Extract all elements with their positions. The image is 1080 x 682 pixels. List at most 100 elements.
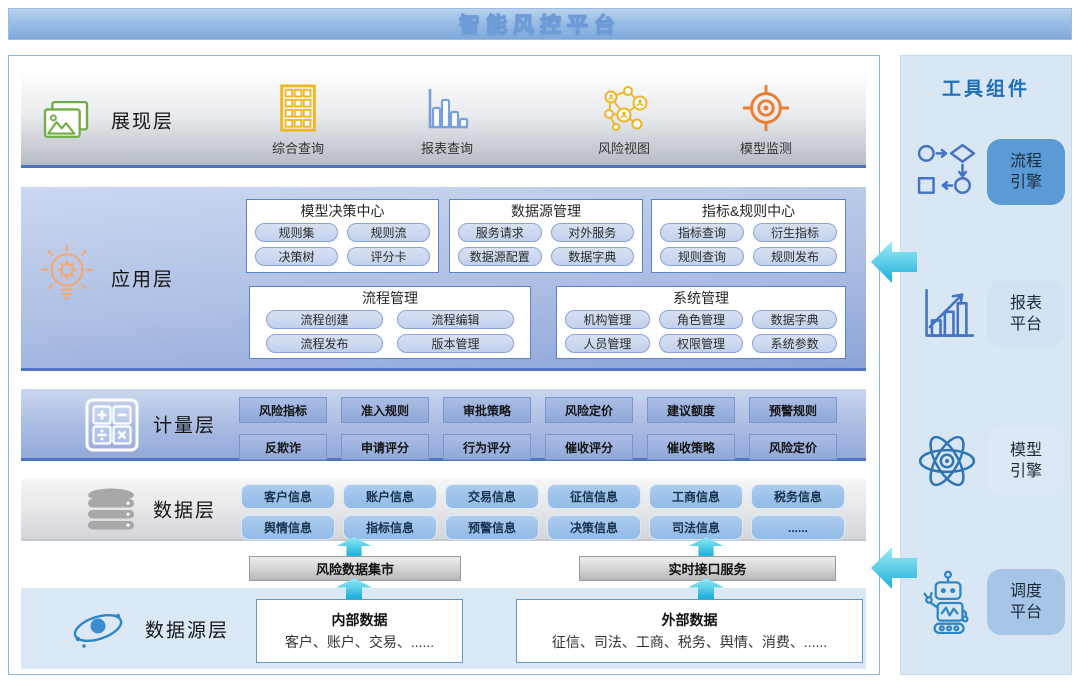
app-chip: 角色管理	[659, 310, 744, 329]
flowchart-icon	[915, 144, 979, 200]
photos-icon	[41, 100, 91, 142]
panel-title: 模型决策中心	[301, 202, 385, 221]
app-chip: 规则集	[255, 223, 338, 242]
tool-components-sidebar: 工具组件 流程引擎	[900, 55, 1072, 675]
measure-chip: 预警规则	[749, 397, 837, 423]
target-icon	[716, 84, 816, 132]
presentation-item-label: 模型监测	[716, 138, 816, 157]
presentation-item: 报表查询	[397, 84, 497, 157]
tool-button: 调度平台	[987, 569, 1065, 635]
measure-chip: 风险指标	[239, 397, 327, 423]
measure-chip: 行为评分	[443, 434, 531, 460]
tool-item-process-engine: 流程引擎	[901, 139, 1073, 205]
platform-title-bar: 智能风控平台	[8, 8, 1072, 40]
presentation-item-label: 综合查询	[248, 138, 348, 157]
layer-presentation: 展现层 综合查询	[21, 74, 866, 168]
data-chip: ......	[751, 515, 845, 540]
presentation-item: 风险视图	[574, 84, 674, 157]
presentation-item: 综合查询	[248, 84, 348, 157]
presentation-item: 模型监测	[716, 84, 816, 157]
app-chip: 数据源配置	[458, 247, 542, 266]
measure-chip: 反欺诈	[239, 434, 327, 460]
internal-data-box: 内部数据 客户、账户、交易、......	[256, 599, 463, 663]
architecture-diagram: 展现层 综合查询	[8, 55, 880, 675]
panel-system-management: 系统管理 机构管理 角色管理 数据字典 人员管理 权限管理 系统参数	[556, 286, 846, 359]
tool-button: 报表平台	[987, 281, 1065, 347]
layer-application: 应用层 模型决策中心 规则集 规则流 决策树 评分卡 数据源管理 服务请求 对外…	[21, 187, 866, 371]
presentation-item-label: 报表查询	[397, 138, 497, 157]
grid-icon	[248, 84, 348, 132]
bulb-gear-icon	[39, 243, 95, 309]
app-chip: 决策树	[255, 247, 338, 266]
left-arrow	[871, 236, 917, 288]
tool-item-model-engine: 模型引擎	[901, 428, 1073, 494]
data-chip: 税务信息	[751, 484, 845, 509]
tool-button-label: 流程引擎	[1008, 151, 1043, 193]
external-data-title: 外部数据	[662, 610, 718, 630]
layer-data-label: 数据层	[153, 496, 216, 523]
sidebar-title: 工具组件	[901, 74, 1071, 101]
tool-button-label: 报表平台	[1008, 293, 1043, 335]
app-chip: 对外服务	[551, 223, 635, 242]
measure-chip: 催收策略	[647, 434, 735, 460]
panel-process-management: 流程管理 流程创建 流程编辑 流程发布 版本管理	[249, 286, 531, 359]
panel-title: 指标&规则中心	[702, 202, 795, 221]
app-chip: 流程发布	[266, 334, 383, 353]
atom-icon	[915, 430, 979, 492]
measure-chip: 风险定价	[749, 434, 837, 460]
app-chip: 人员管理	[565, 334, 650, 353]
measure-chip: 申请评分	[341, 434, 429, 460]
app-chip: 权限管理	[659, 334, 744, 353]
data-chip: 交易信息	[445, 484, 539, 509]
data-chip: 预警信息	[445, 515, 539, 540]
up-arrow	[685, 578, 727, 599]
external-data-desc: 征信、司法、工商、税务、舆情、消费、......	[552, 632, 827, 652]
database-icon	[85, 486, 137, 534]
tool-button: 流程引擎	[987, 139, 1065, 205]
layer-data: 数据层 客户信息 账户信息 交易信息 征信信息 工商信息 税务信息 舆情信息 指…	[21, 479, 866, 541]
presentation-item-label: 风险视图	[574, 138, 674, 157]
app-chip: 系统参数	[752, 334, 837, 353]
data-chip: 征信信息	[547, 484, 641, 509]
tool-item-scheduler-platform: 调度平台	[901, 569, 1073, 635]
tool-item-report-platform: 报表平台	[901, 281, 1073, 347]
panel-title: 数据源管理	[511, 202, 581, 221]
app-chip: 规则查询	[660, 247, 744, 266]
platform-title: 智能风控平台	[459, 9, 621, 39]
app-chip: 服务请求	[458, 223, 542, 242]
layer-datasource: 数据源层 内部数据 客户、账户、交易、...... 外部数据 征信、司法、工商、…	[21, 588, 866, 669]
layer-datasource-label: 数据源层	[145, 615, 229, 642]
layer-presentation-label: 展现层	[111, 106, 174, 133]
tool-button: 模型引擎	[987, 428, 1065, 494]
panel-datasource-management: 数据源管理 服务请求 对外服务 数据源配置 数据字典	[449, 199, 643, 273]
external-data-box: 外部数据 征信、司法、工商、税务、舆情、消费、......	[516, 599, 863, 663]
app-chip: 流程创建	[266, 310, 383, 329]
app-chip: 数据字典	[551, 247, 635, 266]
panel-indicator-rule-center: 指标&规则中心 指标查询 衍生指标 规则查询 规则发布	[651, 199, 846, 273]
app-chip: 规则流	[347, 223, 430, 242]
app-chip: 数据字典	[752, 310, 837, 329]
measure-chip: 风险定价	[545, 397, 633, 423]
layer-measurement-label: 计量层	[153, 410, 216, 437]
data-chip: 舆情信息	[241, 515, 335, 540]
measure-chip: 催收评分	[545, 434, 633, 460]
panel-title: 系统管理	[673, 289, 729, 308]
data-chip: 决策信息	[547, 515, 641, 540]
barchart-icon	[397, 84, 497, 132]
data-chip: 账户信息	[343, 484, 437, 509]
tool-button-label: 模型引擎	[1008, 440, 1043, 482]
internal-data-desc: 客户、账户、交易、......	[285, 632, 434, 652]
robot-icon	[915, 570, 979, 634]
layer-measurement: 计量层 风险指标 准入规则 审批策略 风险定价 建议额度 预警规则 反欺诈 申请…	[21, 389, 866, 461]
network-icon	[574, 84, 674, 132]
up-arrow	[333, 578, 375, 599]
app-chip: 评分卡	[347, 247, 430, 266]
data-chip: 客户信息	[241, 484, 335, 509]
app-chip: 指标查询	[660, 223, 744, 242]
internal-data-title: 内部数据	[332, 610, 388, 630]
up-arrow	[685, 537, 727, 557]
layer-application-label: 应用层	[111, 264, 174, 291]
galaxy-icon	[71, 604, 125, 652]
app-chip: 规则发布	[753, 247, 837, 266]
panel-title: 流程管理	[362, 289, 418, 308]
